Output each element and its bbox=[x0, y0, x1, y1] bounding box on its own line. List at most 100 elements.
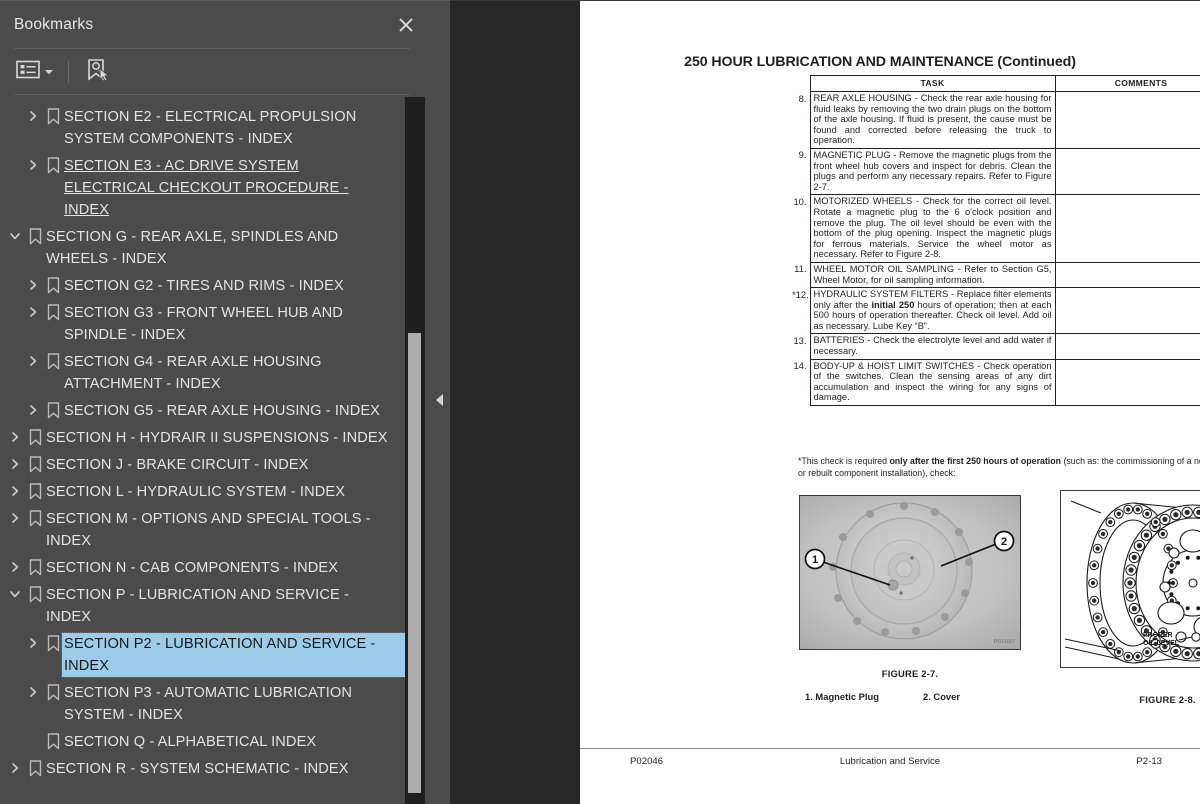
bookmarks-tree[interactable]: SECTION E2 - ELECTRICAL PROPULSION SYSTE… bbox=[0, 97, 430, 804]
figure-2-8: PROPER OIL LEVEL G05008A FIGURE 2-8. bbox=[1060, 490, 1200, 705]
bookmark-item[interactable]: SECTION E3 - AC DRIVE SYSTEM ELECTRICAL … bbox=[0, 152, 430, 223]
bookmark-item[interactable]: SECTION E2 - ELECTRICAL PROPULSION SYSTE… bbox=[0, 103, 430, 152]
bookmark-item[interactable]: SECTION L - HYDRAULIC SYSTEM - INDEX bbox=[0, 478, 430, 505]
bookmark-label: SECTION G4 - REAR AXLE HOUSING ATTACHMEN… bbox=[64, 353, 322, 392]
bookmark-icon bbox=[42, 275, 64, 296]
figure-2-8-caption: FIGURE 2-8. bbox=[1139, 694, 1196, 705]
bookmark-item[interactable]: SECTION J - BRAKE CIRCUIT - INDEX bbox=[0, 451, 430, 478]
task-number: 8. bbox=[798, 92, 807, 104]
chevron-right-icon[interactable] bbox=[24, 633, 42, 654]
chevron-right-icon[interactable] bbox=[24, 106, 42, 127]
page-footer: P02046 Lubrication and Service P2-13 bbox=[580, 756, 1200, 774]
bookmark-icon bbox=[24, 226, 46, 247]
chevron-right-icon[interactable] bbox=[6, 481, 24, 502]
bookmark-icon bbox=[42, 731, 64, 752]
task-description: BODY-UP & HOIST LIMIT SWITCHES - Check o… bbox=[809, 358, 1056, 407]
bookmark-item[interactable]: SECTION G4 - REAR AXLE HOUSING ATTACHMEN… bbox=[0, 348, 430, 397]
bookmark-label: SECTION E3 - AC DRIVE SYSTEM ELECTRICAL … bbox=[64, 157, 349, 218]
bookmark-item[interactable]: SECTION R - SYSTEM SCHEMATIC - INDEX bbox=[0, 755, 430, 782]
pdf-page: 250 HOUR LUBRICATION AND MAINTENANCE (Co… bbox=[580, 1, 1200, 804]
bookmark-item[interactable]: SECTION G - REAR AXLE, SPINDLES AND WHEE… bbox=[0, 223, 430, 272]
close-icon[interactable] bbox=[394, 13, 418, 37]
triangle-left-icon bbox=[435, 393, 445, 412]
chevron-right-icon[interactable] bbox=[6, 454, 24, 475]
find-current-bookmark-button[interactable] bbox=[83, 57, 113, 87]
chevron-down-icon bbox=[44, 63, 54, 81]
bookmark-label: SECTION G2 - TIRES AND RIMS - INDEX bbox=[64, 277, 344, 294]
table-row: *12. HYDRAULIC SYSTEM FILTERS - Replace f… bbox=[789, 287, 1200, 335]
twisty-placeholder bbox=[24, 731, 42, 752]
chevron-right-icon[interactable] bbox=[6, 508, 24, 529]
bookmark-item[interactable]: SECTION P2 - LUBRICATION AND SERVICE - I… bbox=[0, 630, 430, 679]
chevron-right-icon[interactable] bbox=[24, 155, 42, 176]
task-description: REAR AXLE HOUSING - Check the rear axle … bbox=[809, 91, 1056, 149]
figure-2-7-legend-item-2: 2. Cover bbox=[923, 691, 960, 702]
bookmark-item[interactable]: SECTION M - OPTIONS AND SPECIAL TOOLS - … bbox=[0, 505, 430, 554]
pdf-viewer[interactable]: 250 HOUR LUBRICATION AND MAINTENANCE (Co… bbox=[450, 0, 1200, 804]
toolbar-separator bbox=[68, 61, 69, 83]
bookmark-icon bbox=[24, 427, 46, 448]
chevron-right-icon[interactable] bbox=[6, 557, 24, 578]
figure-2-7: 1 2 P02037 FIGURE 2-7. 1. Magnetic Plug … bbox=[799, 495, 1021, 702]
bookmark-label: SECTION J - BRAKE CIRCUIT - INDEX bbox=[46, 456, 309, 473]
chevron-right-icon[interactable] bbox=[24, 302, 42, 323]
bookmark-item[interactable]: SECTION G5 - REAR AXLE HOUSING - INDEX bbox=[0, 397, 430, 424]
task-description: MAGNETIC PLUG - Remove the magnetic plug… bbox=[809, 147, 1056, 196]
comments-cell bbox=[1054, 91, 1200, 149]
chevron-down-icon[interactable] bbox=[6, 226, 24, 247]
bookmark-options-button[interactable] bbox=[14, 57, 56, 87]
bookmark-label: SECTION P2 - LUBRICATION AND SERVICE - I… bbox=[61, 631, 413, 678]
bookmark-item[interactable]: SECTION P3 - AUTOMATIC LUBRICATION SYSTE… bbox=[0, 679, 430, 728]
chevron-right-icon[interactable] bbox=[6, 427, 24, 448]
task-number: 14. bbox=[793, 360, 807, 372]
sidebar-collapse-handle[interactable] bbox=[430, 0, 450, 804]
table-row: 14. BODY-UP & HOIST LIMIT SWITCHES - Chec… bbox=[789, 358, 1200, 407]
table-row: 11. WHEEL MOTOR OIL SAMPLING - Refer to S… bbox=[789, 261, 1200, 289]
task-number: 9. bbox=[798, 149, 807, 161]
bookmark-label: SECTION P - LUBRICATION AND SERVICE - IN… bbox=[46, 586, 349, 625]
chevron-down-icon[interactable] bbox=[6, 584, 24, 605]
footer-page-number: P2-13 bbox=[1136, 756, 1162, 767]
bookmark-icon bbox=[42, 106, 64, 127]
comments-cell bbox=[1054, 261, 1200, 289]
figure-2-7-image: 1 2 P02037 bbox=[799, 495, 1021, 650]
maintenance-table: TASK COMMENTS CHECKED INITIALS 8.REAR AX… bbox=[789, 75, 1200, 407]
bookmark-item[interactable]: SECTION Q - ALPHABETICAL INDEX bbox=[0, 728, 430, 755]
bookmark-label: SECTION G - REAR AXLE, SPINDLES AND WHEE… bbox=[46, 228, 339, 267]
comments-cell bbox=[1054, 358, 1200, 407]
bookmark-item[interactable]: SECTION N - CAB COMPONENTS - INDEX bbox=[0, 554, 430, 581]
comments-cell bbox=[1054, 147, 1200, 196]
table-row: 9. MAGNETIC PLUG - Remove the magnetic pl… bbox=[789, 147, 1200, 196]
figure-2-7-legend: 1. Magnetic Plug 2. Cover bbox=[799, 691, 1021, 702]
bookmark-item[interactable]: SECTION G2 - TIRES AND RIMS - INDEX bbox=[0, 272, 430, 299]
bookmark-label: SECTION M - OPTIONS AND SPECIAL TOOLS - … bbox=[46, 510, 371, 549]
table-header-row: TASK COMMENTS CHECKED INITIALS bbox=[789, 75, 1200, 92]
bookmark-icon bbox=[42, 302, 64, 323]
bookmark-item[interactable]: SECTION H - HYDRAIR II SUSPENSIONS - IND… bbox=[0, 424, 430, 451]
bookmark-icon bbox=[24, 454, 46, 475]
bookmark-icon bbox=[42, 682, 64, 703]
bookmark-item[interactable]: SECTION G3 - FRONT WHEEL HUB AND SPINDLE… bbox=[0, 299, 430, 348]
bookmark-icon bbox=[24, 508, 46, 529]
bookmark-label: SECTION G5 - REAR AXLE HOUSING - INDEX bbox=[64, 402, 381, 419]
toolbar-divider bbox=[14, 94, 410, 95]
chevron-right-icon[interactable] bbox=[24, 275, 42, 296]
figure-2-8-annotation-line2: OIL LEVEL bbox=[1143, 640, 1180, 647]
table-row: 8. REAR AXLE HOUSING - Check the rear axl… bbox=[789, 91, 1200, 149]
table-row: 10. MOTORIZED WHEELS - Check for the corr… bbox=[789, 194, 1200, 263]
column-header-comments: COMMENTS bbox=[1054, 75, 1200, 92]
bookmarks-scrollbar[interactable] bbox=[405, 97, 425, 804]
chevron-right-icon[interactable] bbox=[24, 351, 42, 372]
column-header-task: TASK bbox=[809, 75, 1056, 92]
bookmark-icon bbox=[42, 633, 64, 654]
bookmarks-toolbar bbox=[0, 49, 430, 95]
scrollbar-thumb[interactable] bbox=[408, 333, 421, 793]
chevron-right-icon[interactable] bbox=[6, 758, 24, 779]
footer-section-name: Lubrication and Service bbox=[839, 756, 941, 767]
bookmark-item[interactable]: SECTION P - LUBRICATION AND SERVICE - IN… bbox=[0, 581, 430, 630]
chevron-right-icon[interactable] bbox=[24, 400, 42, 421]
bookmarks-panel: Bookmarks SECTION E2 - ELECTRICAL PROPUL… bbox=[0, 0, 430, 804]
svg-text:1: 1 bbox=[812, 554, 818, 566]
find-current-bookmark-icon bbox=[85, 58, 111, 87]
chevron-right-icon[interactable] bbox=[24, 682, 42, 703]
